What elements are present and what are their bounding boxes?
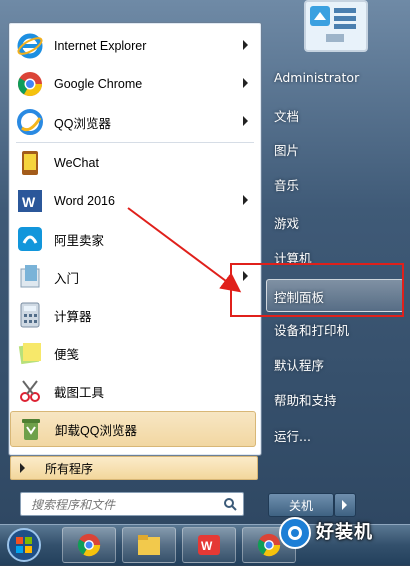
svg-text:W: W <box>201 539 213 553</box>
annotation-arrow-icon <box>127 207 242 293</box>
taskbar-wps[interactable]: W <box>182 527 236 563</box>
watermark-logo-icon <box>278 516 312 553</box>
start-orb-icon[interactable] <box>4 527 44 563</box>
shutdown-options-button[interactable] <box>334 493 356 517</box>
taskbar-explorer[interactable] <box>122 527 176 563</box>
shutdown-button[interactable]: 关机 <box>268 493 334 517</box>
chevron-right-icon <box>342 500 347 510</box>
shutdown-label: 关机 <box>288 498 313 513</box>
taskbar-chrome[interactable] <box>62 527 116 563</box>
wps-icon: W <box>198 535 220 555</box>
chrome-icon <box>77 533 101 557</box>
folder-icon <box>138 535 160 555</box>
watermark-text: 好装机 <box>316 522 373 543</box>
